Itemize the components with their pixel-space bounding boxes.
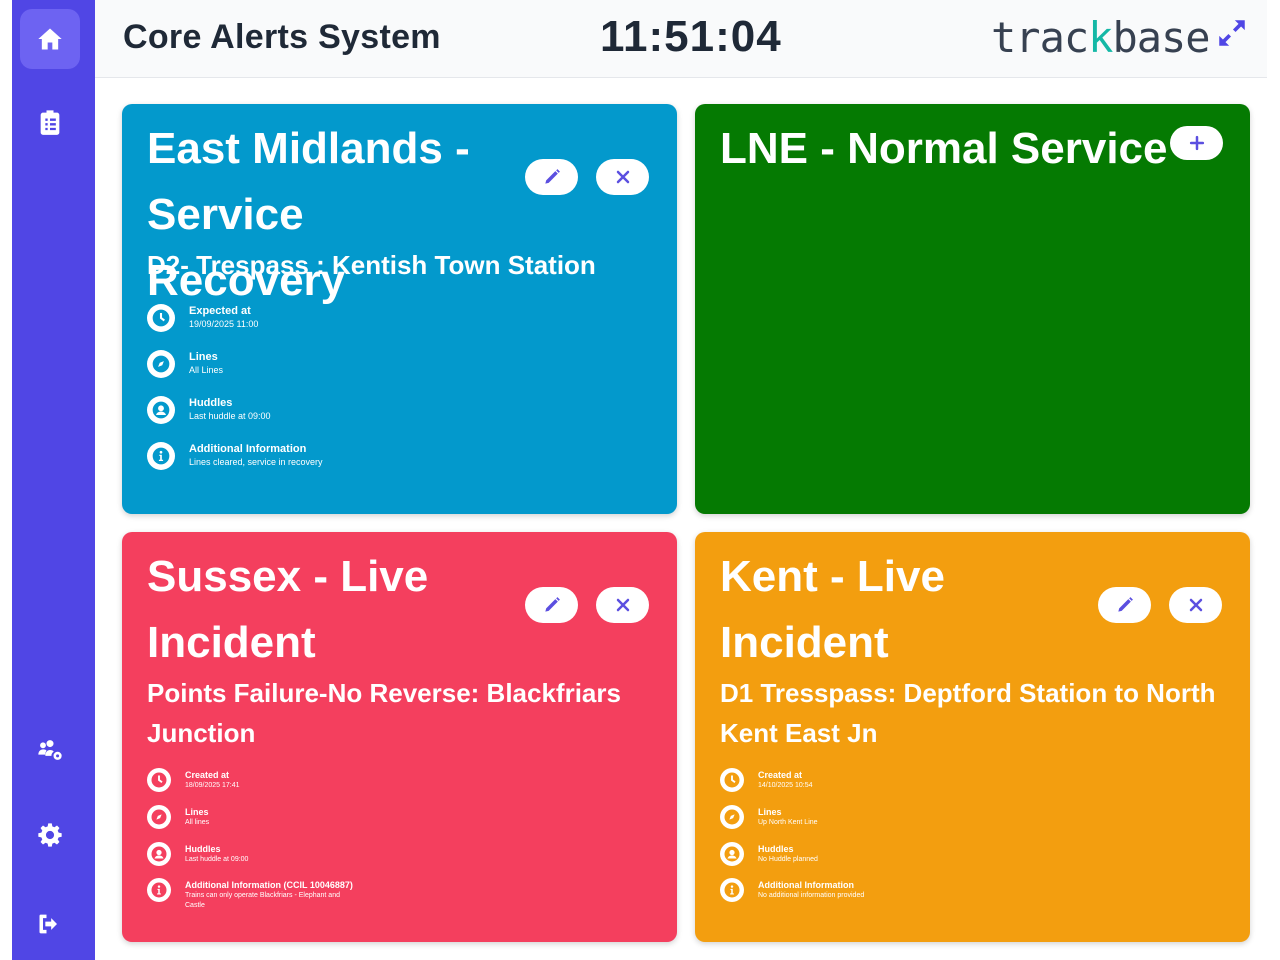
detail-value: 14/10/2025 10:54 [758, 782, 813, 789]
home-button[interactable] [20, 9, 80, 69]
logo-text-end: base [1112, 13, 1210, 62]
detail-additional-info: Additional Information Lines cleared, ser… [147, 442, 323, 470]
edit-button[interactable] [1098, 587, 1151, 623]
clock-icon [720, 768, 744, 792]
detail-value: 19/09/2025 11:00 [189, 319, 259, 329]
detail-value: All Lines [189, 365, 224, 375]
detail-value: Up North Kent Line [758, 819, 818, 826]
alert-card-east-midlands: East Midlands - Service Recovery D2- Tre… [122, 104, 677, 514]
compass-icon [147, 805, 171, 829]
pencil-icon [1117, 597, 1133, 612]
detail-value: 18/09/2025 17:41 [185, 782, 240, 789]
detail-value: Trains can only operate Blackfriars - El… [185, 892, 340, 909]
logout-icon [39, 914, 57, 934]
pencil-icon [544, 169, 560, 184]
card-title: Kent - Live Incident [720, 552, 945, 667]
detail-lines: Lines All Lines [147, 350, 223, 378]
detail-value: All lines [185, 819, 210, 826]
close-icon [1189, 598, 1202, 612]
info-icon [147, 442, 175, 470]
compass-icon [147, 350, 175, 378]
close-icon [616, 170, 629, 184]
compass-icon [720, 805, 744, 829]
sidebar [12, 0, 95, 960]
clock-icon [147, 304, 175, 332]
detail-value: No additional information provided [758, 892, 865, 899]
detail-label: Huddles [189, 397, 233, 409]
detail-label: Lines [189, 351, 218, 363]
detail-label: Created at [185, 770, 230, 780]
logo-text-k: k [1088, 13, 1113, 62]
detail-value: No Huddle planned [758, 856, 818, 863]
alert-card-sussex: Sussex - Live Incident Points Failure-No… [122, 532, 677, 942]
header-bar: Core Alerts System 11:51:04 trackbase [95, 0, 1267, 78]
home-icon [38, 28, 62, 50]
users-cog-icon [38, 740, 62, 760]
clock-icon [147, 768, 171, 792]
close-button[interactable] [596, 159, 649, 195]
detail-value: Lines cleared, service in recovery [189, 457, 323, 467]
detail-label: Huddles [758, 844, 794, 854]
expand-icon[interactable] [1215, 16, 1249, 50]
detail-label: Created at [758, 770, 803, 780]
detail-additional-info: Additional Information No additional info… [720, 878, 864, 902]
page-title: Core Alerts System [123, 18, 441, 56]
detail-created: Created at 18/09/2025 17:41 [147, 768, 240, 792]
incident-summary: D2- Trespass : Kentish Town Station [147, 250, 596, 280]
info-icon [720, 878, 744, 902]
detail-additional-info: Additional Information (CCIL 10046887) Tr… [147, 878, 353, 911]
detail-huddles: Huddles Last huddle at 09:00 [147, 842, 248, 866]
incident-summary: Points Failure-No Reverse: Blackfriars J… [147, 678, 621, 748]
detail-huddles: Huddles No Huddle planned [720, 842, 818, 866]
detail-value: Last huddle at 09:00 [189, 411, 271, 421]
user-icon [720, 842, 744, 866]
detail-huddles: Huddles Last huddle at 09:00 [147, 396, 271, 424]
close-button[interactable] [1169, 587, 1222, 623]
card-title: LNE - Normal Service [720, 124, 1168, 173]
detail-value: Last huddle at 09:00 [185, 856, 249, 863]
alert-card-lne: LNE - Normal Service [695, 104, 1250, 514]
detail-label: Lines [758, 807, 782, 817]
logo-text-start: trac [991, 13, 1089, 62]
logout-button[interactable] [20, 894, 80, 954]
users-settings-button[interactable] [20, 720, 80, 780]
detail-label: Expected at [189, 305, 251, 317]
close-button[interactable] [596, 587, 649, 623]
edit-button[interactable] [525, 159, 578, 195]
clipboard-button[interactable] [20, 92, 80, 152]
detail-created: Created at 14/10/2025 10:54 [720, 768, 813, 792]
clipboard-list-icon [40, 110, 60, 135]
alert-card-kent: Kent - Live Incident D1 Tresspass: Deptf… [695, 532, 1250, 942]
pencil-icon [544, 597, 560, 612]
edit-button[interactable] [525, 587, 578, 623]
clock: 11:51:04 [600, 12, 782, 61]
close-icon [616, 598, 629, 612]
user-icon [147, 396, 175, 424]
info-icon [147, 878, 171, 902]
detail-label: Huddles [185, 844, 221, 854]
detail-label: Additional Information [758, 880, 854, 890]
detail-label: Additional Information (CCIL 10046887) [185, 880, 353, 890]
detail-label: Additional Information [189, 443, 307, 455]
user-icon [147, 842, 171, 866]
gear-icon [38, 823, 62, 847]
detail-lines: Lines All lines [147, 805, 209, 829]
add-button[interactable] [1170, 126, 1223, 160]
incident-summary: D1 Tresspass: Deptford Station to North … [720, 678, 1216, 748]
settings-button[interactable] [20, 805, 80, 865]
detail-lines: Lines Up North Kent Line [720, 805, 818, 829]
detail-label: Lines [185, 807, 209, 817]
detail-expected: Expected at 19/09/2025 11:00 [147, 304, 258, 332]
plus-icon [1189, 135, 1204, 151]
card-title: Sussex - Live Incident [147, 552, 429, 667]
trackbase-logo: trackbase [991, 13, 1211, 62]
